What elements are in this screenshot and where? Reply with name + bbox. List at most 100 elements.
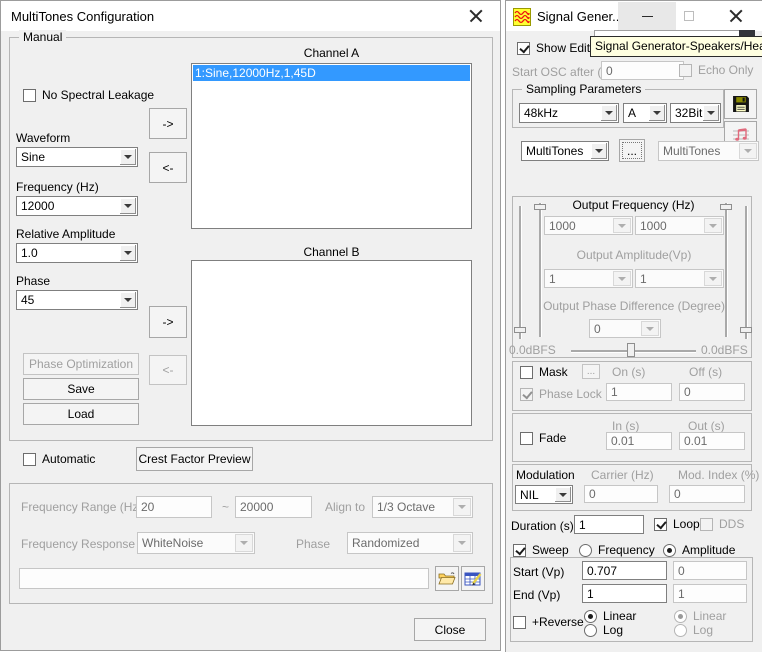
- minimize-button[interactable]: [618, 2, 676, 31]
- dropdown-arrow-icon[interactable]: [120, 149, 136, 165]
- log-b-label: Log: [693, 623, 713, 637]
- checkbox-box[interactable]: [520, 366, 533, 379]
- modulation-combobox[interactable]: NIL: [515, 485, 573, 504]
- dropdown-arrow-icon[interactable]: [120, 245, 136, 261]
- checkbox-box[interactable]: [513, 616, 526, 629]
- relative-amplitude-combobox[interactable]: 1.0: [16, 243, 138, 263]
- log-a-radio[interactable]: Log: [584, 623, 623, 637]
- fade-checkbox[interactable]: Fade: [520, 431, 566, 445]
- remove-from-channel-a-button[interactable]: <-: [149, 152, 187, 183]
- dropdown-arrow-icon: [453, 498, 471, 516]
- radio-circle[interactable]: [579, 544, 592, 557]
- close-icon[interactable]: [469, 9, 483, 23]
- add-to-channel-a-button[interactable]: ->: [149, 108, 187, 139]
- start-vp-a-field[interactable]: 0.707: [582, 561, 667, 580]
- checkbox-box[interactable]: [23, 453, 36, 466]
- bit-depth-combobox[interactable]: 32Bit: [670, 103, 721, 123]
- loop-checkbox[interactable]: Loop: [654, 517, 700, 531]
- dropdown-arrow-icon[interactable]: [601, 105, 617, 121]
- sweep-amplitude-radio[interactable]: Amplitude: [663, 543, 735, 557]
- level-slider-right-outer[interactable]: [745, 206, 748, 339]
- no-spectral-leakage-checkbox[interactable]: No Spectral Leakage: [23, 88, 154, 102]
- dropdown-arrow-icon[interactable]: [649, 105, 665, 121]
- signal-generator-titlebar: Signal Gener...: [506, 1, 762, 31]
- phase-mode-combobox: Randomized: [347, 532, 473, 554]
- load-button[interactable]: Load: [23, 403, 139, 425]
- checkbox-box[interactable]: [513, 544, 526, 557]
- relative-amplitude-value: 1.0: [21, 246, 38, 260]
- tooltip: Signal Generator-Speakers/Hea: [590, 36, 762, 57]
- edit-table-button[interactable]: [461, 566, 485, 591]
- output-amplitude-a-combobox: 1: [544, 269, 633, 288]
- waveform-combobox[interactable]: Sine: [16, 147, 138, 167]
- linear-a-radio[interactable]: Linear: [584, 609, 636, 623]
- dds-checkbox: DDS: [700, 517, 744, 531]
- dropdown-arrow-icon[interactable]: [591, 143, 607, 159]
- crest-factor-preview-button[interactable]: Crest Factor Preview: [136, 447, 253, 471]
- generator-type-a-combobox[interactable]: MultiTones: [521, 141, 609, 161]
- generator-type-a-value: MultiTones: [526, 144, 583, 158]
- open-file-button[interactable]: [435, 566, 459, 591]
- dropdown-arrow-icon[interactable]: [703, 105, 719, 121]
- output-frequency-label: Output Frequency (Hz): [551, 198, 716, 212]
- waveform-value: Sine: [21, 150, 45, 164]
- frequency-combobox[interactable]: 12000: [16, 196, 138, 216]
- configure-generator-button[interactable]: ...: [619, 139, 645, 162]
- end-vp-a-field[interactable]: 1: [582, 584, 667, 603]
- show-editor-checkbox[interactable]: Show Editor: [517, 41, 601, 55]
- slider-thumb[interactable]: [740, 327, 752, 333]
- slider-thumb[interactable]: [534, 204, 546, 210]
- fade-label: Fade: [539, 431, 566, 445]
- output-frequency-b-combobox: 1000: [635, 216, 724, 235]
- dropdown-arrow-icon[interactable]: [120, 292, 136, 308]
- sampling-parameters-label: Sampling Parameters: [522, 82, 645, 97]
- phase-lock-label: Phase Lock: [539, 387, 602, 401]
- automatic-checkbox[interactable]: Automatic: [23, 452, 95, 466]
- linear-a-label: Linear: [603, 609, 636, 623]
- channel-a-list-item[interactable]: 1:Sine,12000Hz,1,45D: [193, 65, 470, 81]
- phase-combobox[interactable]: 45: [16, 290, 138, 310]
- close-icon[interactable]: [729, 9, 743, 23]
- dropdown-arrow-icon[interactable]: [120, 198, 136, 214]
- align-to-value: 1/3 Octave: [377, 500, 435, 514]
- checkbox-box[interactable]: [520, 432, 533, 445]
- dropdown-arrow-icon: [739, 143, 757, 159]
- linear-b-radio: Linear: [674, 609, 726, 623]
- checkbox-box[interactable]: [654, 518, 667, 531]
- save-button[interactable]: Save: [23, 378, 139, 400]
- radio-circle[interactable]: [663, 544, 676, 557]
- multitones-titlebar: MultiTones Configuration: [1, 1, 500, 31]
- radio-circle[interactable]: [584, 610, 597, 623]
- duration-field[interactable]: 1: [574, 515, 644, 534]
- reverse-checkbox[interactable]: +Reverse: [513, 615, 584, 629]
- mask-off-field: 0: [679, 383, 745, 401]
- level-slider-left-outer[interactable]: [519, 206, 522, 339]
- output-amplitude-label: Output Amplitude(Vp): [554, 248, 714, 262]
- close-button[interactable]: Close: [414, 618, 486, 641]
- channel-combobox[interactable]: A: [623, 103, 667, 123]
- channel-a-listbox[interactable]: 1:Sine,12000Hz,1,45D: [191, 63, 472, 229]
- level-slider-right-inner[interactable]: [725, 203, 728, 337]
- radio-circle[interactable]: [584, 624, 597, 637]
- channel-b-listbox[interactable]: [191, 260, 472, 426]
- sample-rate-combobox[interactable]: 48kHz: [519, 103, 619, 123]
- dropdown-arrow-icon[interactable]: [555, 487, 571, 502]
- level-slider-left-inner[interactable]: [539, 203, 542, 337]
- mask-checkbox[interactable]: Mask: [520, 365, 568, 379]
- loop-label: Loop: [673, 517, 700, 531]
- frequency-range-label: Frequency Range (Hz): [21, 500, 142, 514]
- end-vp-b-field: 1: [673, 584, 747, 603]
- slider-thumb[interactable]: [514, 327, 526, 333]
- sweep-frequency-radio[interactable]: Frequency: [579, 543, 655, 557]
- slider-thumb[interactable]: [720, 204, 732, 210]
- checkbox-box[interactable]: [517, 42, 530, 55]
- slider-thumb[interactable]: [627, 343, 635, 357]
- sweep-checkbox[interactable]: Sweep: [513, 543, 569, 557]
- remove-from-channel-b-button: <-: [149, 355, 187, 385]
- dropdown-arrow-icon: [641, 321, 659, 336]
- mask-on-field: 1: [606, 383, 672, 401]
- maximize-icon[interactable]: [684, 11, 694, 21]
- add-to-channel-b-button[interactable]: ->: [149, 306, 187, 338]
- checkbox-box[interactable]: [23, 89, 36, 102]
- save-wave-button[interactable]: [724, 89, 757, 119]
